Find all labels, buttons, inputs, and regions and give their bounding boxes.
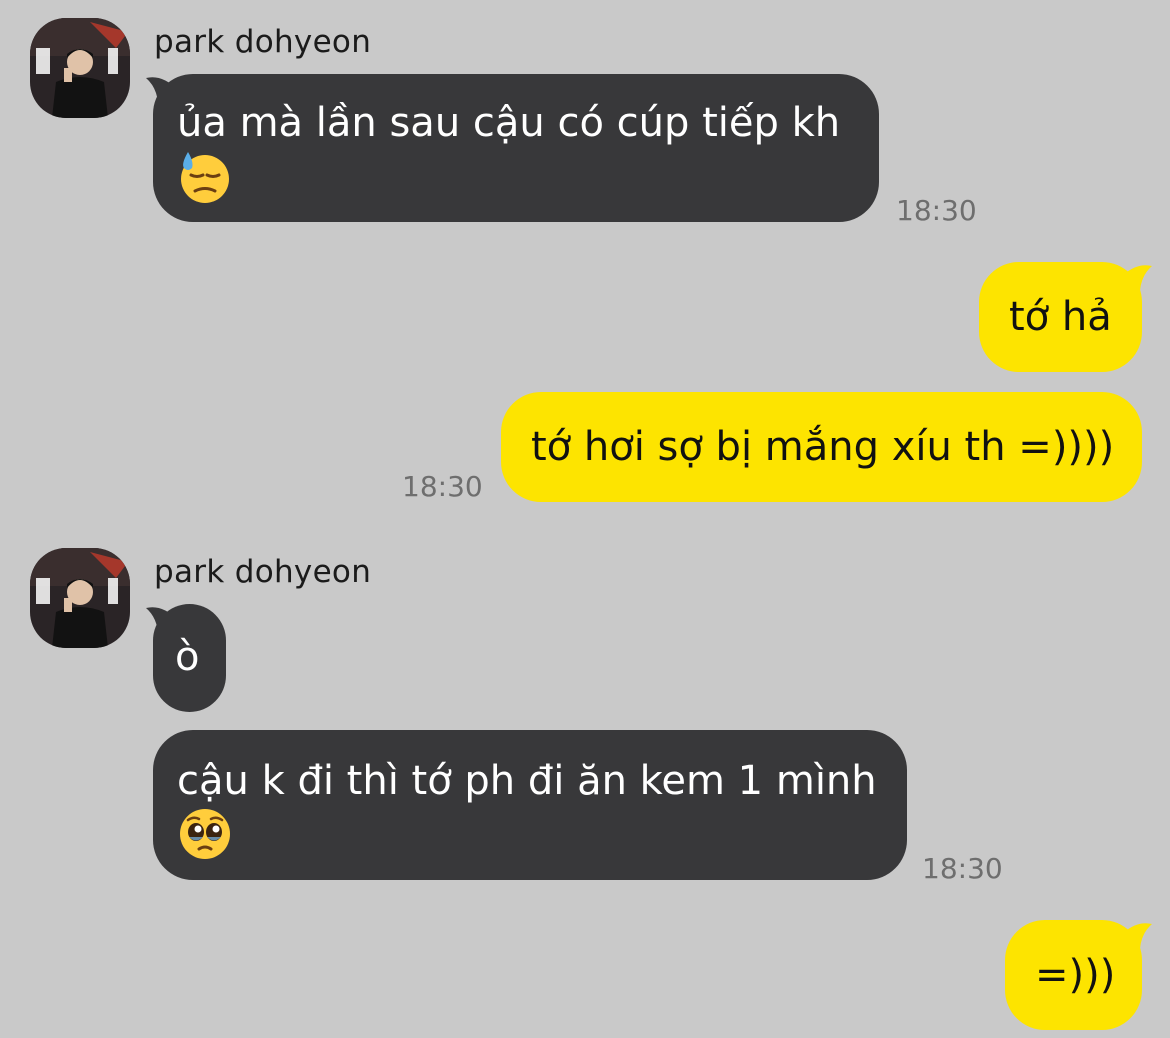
message-bubble-outgoing[interactable]: tớ hả bbox=[979, 262, 1142, 372]
message-bubble-outgoing[interactable]: =))) bbox=[1005, 920, 1142, 1030]
message-time: 18:30 bbox=[402, 470, 483, 503]
message-bubble-incoming[interactable]: ủa mà lần sau cậu có cúp tiếp kh bbox=[153, 74, 879, 222]
message-bubble-outgoing[interactable]: tớ hơi sợ bị mắng xíu th =)))) bbox=[501, 392, 1142, 502]
message-time: 18:30 bbox=[922, 852, 1003, 885]
sender-name: park dohyeon bbox=[154, 24, 372, 60]
avatar-image bbox=[30, 548, 130, 648]
message-text: cậu k đi thì tớ ph đi ăn kem 1 mình bbox=[177, 758, 877, 804]
message-bubble-incoming[interactable]: ò bbox=[153, 604, 226, 712]
message-text: tớ hả bbox=[1009, 294, 1112, 340]
message-text: ò bbox=[175, 634, 200, 680]
message-text: =))) bbox=[1035, 952, 1116, 998]
message-text: ủa mà lần sau cậu có cúp tiếp kh bbox=[177, 100, 841, 146]
message-bubble-incoming[interactable]: cậu k đi thì tớ ph đi ăn kem 1 mình bbox=[153, 730, 907, 880]
sender-avatar[interactable] bbox=[30, 548, 130, 648]
avatar-image bbox=[30, 18, 130, 118]
sender-name: park dohyeon bbox=[154, 554, 372, 590]
pleading-face-icon bbox=[180, 809, 230, 859]
message-text: tớ hơi sợ bị mắng xíu th =)))) bbox=[531, 424, 1115, 470]
downcast-face-with-sweat-icon bbox=[181, 152, 229, 203]
message-time: 18:30 bbox=[896, 194, 977, 227]
sender-avatar[interactable] bbox=[30, 18, 130, 118]
